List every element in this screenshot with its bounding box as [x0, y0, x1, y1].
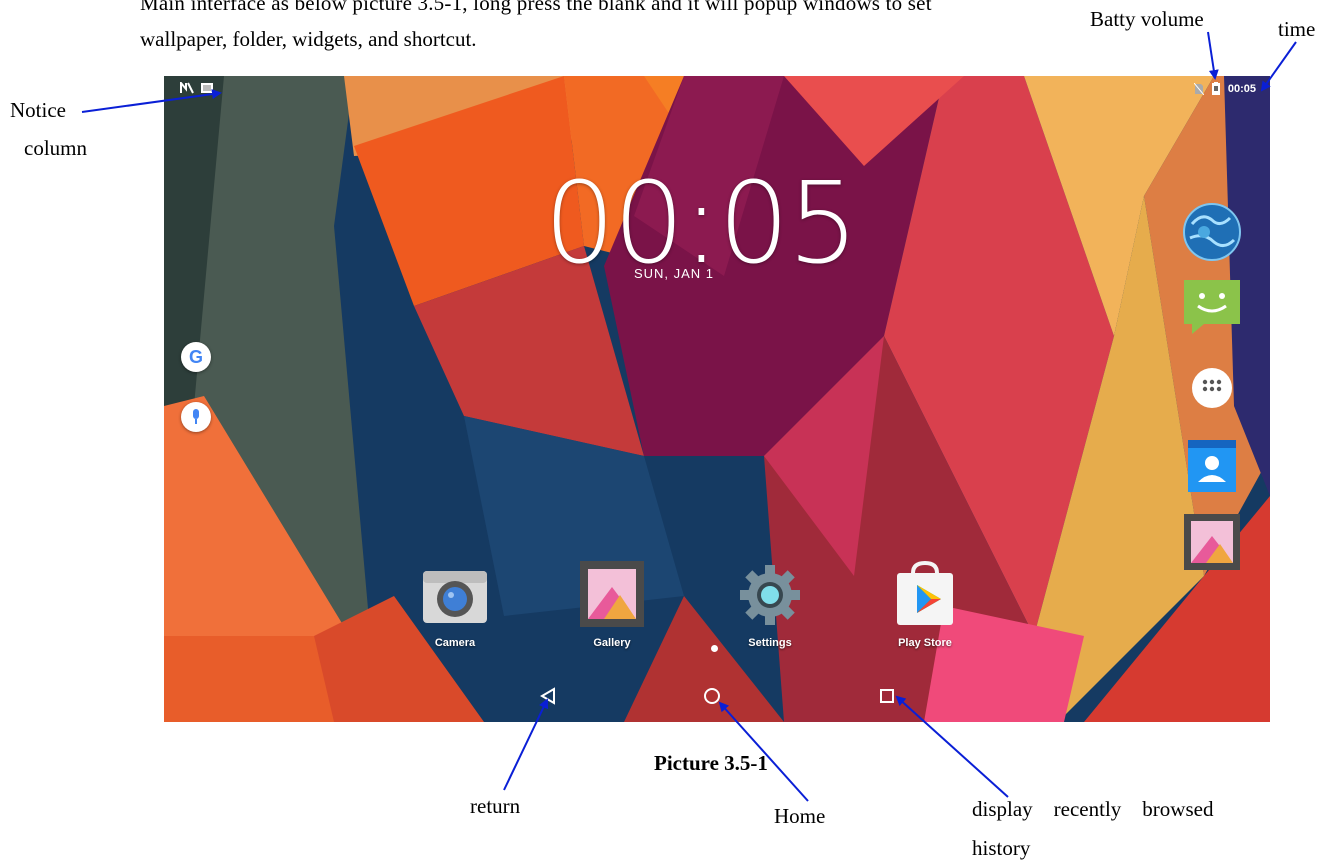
home-label: Home: [774, 804, 826, 828]
battery-icon: [1211, 82, 1220, 95]
notice-label-line2: column: [24, 136, 87, 160]
gallery-shortcut[interactable]: [1182, 512, 1242, 572]
dock-app-label: Settings: [748, 637, 792, 649]
camera-icon: [423, 571, 487, 623]
picture-caption: Picture 3.5-1: [654, 751, 768, 775]
time-label: time: [1278, 17, 1316, 41]
google-g-icon: G: [188, 346, 203, 367]
voice-search-button[interactable]: [181, 402, 211, 432]
back-button[interactable]: [528, 676, 568, 716]
back-triangle-icon: [540, 687, 555, 705]
dock-app-play-store[interactable]: Play Store: [875, 559, 975, 649]
status-time: 00:05: [1227, 82, 1256, 95]
recents-square-icon: [880, 689, 894, 703]
recent-label-line1: display recently browsed: [972, 797, 1214, 821]
batty-volume-label: Batty volume: [1090, 7, 1204, 31]
gallery-icon: [1184, 514, 1240, 570]
messaging-icon: [1184, 280, 1240, 334]
home-button[interactable]: [692, 676, 732, 716]
messaging-app[interactable]: [1182, 278, 1242, 338]
contacts-app[interactable]: [1182, 436, 1242, 496]
dock-app-label: Gallery: [593, 637, 631, 649]
dock-app-settings[interactable]: Settings: [720, 559, 820, 649]
notification-image-icon: [201, 83, 213, 93]
notification-n-icon: [180, 82, 194, 94]
recent-label-line2: history: [972, 836, 1031, 860]
dock-app-gallery[interactable]: Gallery: [562, 559, 662, 649]
browser-app[interactable]: [1182, 202, 1242, 262]
notification-area[interactable]: [180, 82, 214, 94]
home-circle-icon: [704, 688, 720, 704]
dock-app-label: Camera: [434, 637, 476, 649]
intro-line-2: wallpaper, folder, widgets, and shortcut…: [140, 27, 477, 51]
status-bar-right: 00:05: [1193, 82, 1256, 95]
notice-label-line1: Notice: [10, 98, 66, 122]
page-indicator-dot: [711, 645, 718, 652]
return-label: return: [470, 794, 521, 818]
dock-app-label: Play Store: [898, 637, 952, 649]
microphone-icon: [193, 409, 199, 424]
no-sim-icon: [1193, 82, 1204, 95]
browser-globe-icon: [1183, 203, 1241, 261]
app-drawer-button[interactable]: [1182, 358, 1242, 418]
app-drawer-icon: [1192, 368, 1232, 408]
play-store-icon: [897, 560, 953, 625]
settings-gear-icon: [740, 565, 800, 625]
contacts-icon: [1188, 440, 1236, 492]
clock-widget-date: SUN, JAN 1: [633, 266, 715, 281]
tablet-home-screen[interactable]: 00:05 00:05 SUN, JAN 1 G Camera Gallery …: [164, 76, 1270, 722]
arrow-battery: [1207, 31, 1219, 80]
google-search-button[interactable]: G: [181, 342, 211, 372]
recents-button[interactable]: [867, 676, 907, 716]
gallery-icon: [580, 561, 644, 627]
intro-line-1: Main interface as below picture 3.5-1, l…: [140, 0, 932, 15]
dock-app-camera[interactable]: Camera: [405, 559, 505, 649]
